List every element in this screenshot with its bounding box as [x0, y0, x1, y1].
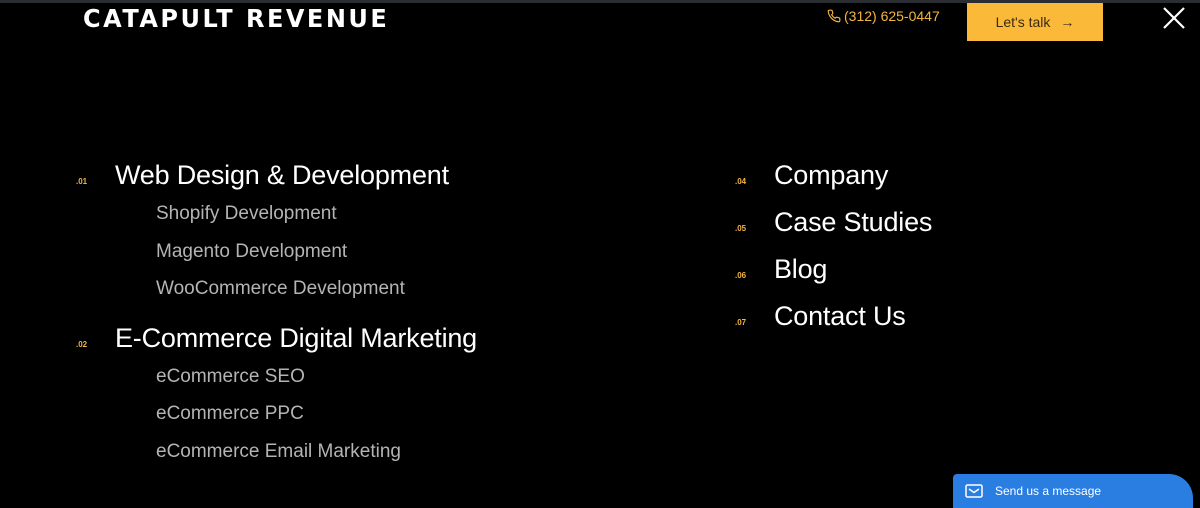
menu-label: Company	[774, 160, 889, 190]
lets-talk-label: Let's talk	[995, 14, 1051, 30]
logo[interactable]: CATAPULT REVENUE	[83, 4, 389, 33]
menu-label: Contact Us	[774, 301, 906, 331]
menu-label: Web Design & Development	[115, 160, 449, 190]
menu-number: .02	[76, 339, 88, 349]
submenu-item-magento[interactable]: Magento Development	[156, 233, 477, 271]
lets-talk-button[interactable]: Let's talk →	[967, 3, 1103, 41]
menu-number: .07	[735, 318, 747, 327]
menu-label: Blog	[774, 254, 828, 284]
menu-group-ecommerce-marketing: .02 E-Commerce Digital Marketing eCommer…	[76, 320, 477, 471]
phone-link[interactable]: (312) 625-0447	[827, 8, 940, 24]
menu-item-blog[interactable]: .06 Blog	[735, 251, 932, 298]
submenu-item-seo[interactable]: eCommerce SEO	[156, 358, 477, 396]
menu-number: .04	[735, 177, 747, 186]
submenu-item-ppc[interactable]: eCommerce PPC	[156, 395, 477, 433]
menu-label: E-Commerce Digital Marketing	[115, 322, 477, 353]
menu-item-web-design[interactable]: .01 Web Design & Development	[76, 157, 477, 193]
menu-left-column: .01 Web Design & Development Shopify Dev…	[76, 157, 477, 470]
phone-icon	[827, 9, 841, 23]
menu-right-column: .04 Company .05 Case Studies .06 Blog .0…	[735, 157, 932, 345]
menu-item-ecommerce-marketing[interactable]: .02 E-Commerce Digital Marketing	[76, 320, 477, 356]
menu-item-company[interactable]: .04 Company	[735, 157, 932, 204]
menu-number: .06	[735, 271, 747, 280]
envelope-icon	[965, 484, 983, 498]
menu-item-contact-us[interactable]: .07 Contact Us	[735, 298, 932, 345]
close-menu-button[interactable]	[1162, 6, 1186, 30]
submenu-item-email-marketing[interactable]: eCommerce Email Marketing	[156, 433, 477, 471]
phone-number: (312) 625-0447	[844, 8, 940, 24]
menu-item-case-studies[interactable]: .05 Case Studies	[735, 204, 932, 251]
menu-group-web-design: .01 Web Design & Development Shopify Dev…	[76, 157, 477, 308]
menu-number: .01	[76, 177, 88, 186]
submenu-item-shopify[interactable]: Shopify Development	[156, 195, 477, 233]
submenu-web-design: Shopify Development Magento Development …	[156, 195, 477, 308]
chat-widget-button[interactable]: Send us a message	[953, 474, 1193, 508]
menu-number: .05	[735, 224, 747, 233]
chat-label: Send us a message	[995, 484, 1102, 498]
submenu-ecommerce-marketing: eCommerce SEO eCommerce PPC eCommerce Em…	[156, 358, 477, 471]
submenu-item-woocommerce[interactable]: WooCommerce Development	[156, 270, 477, 308]
arrow-right-icon: →	[1060, 14, 1075, 30]
close-icon	[1163, 7, 1185, 29]
menu-label: Case Studies	[774, 207, 933, 237]
